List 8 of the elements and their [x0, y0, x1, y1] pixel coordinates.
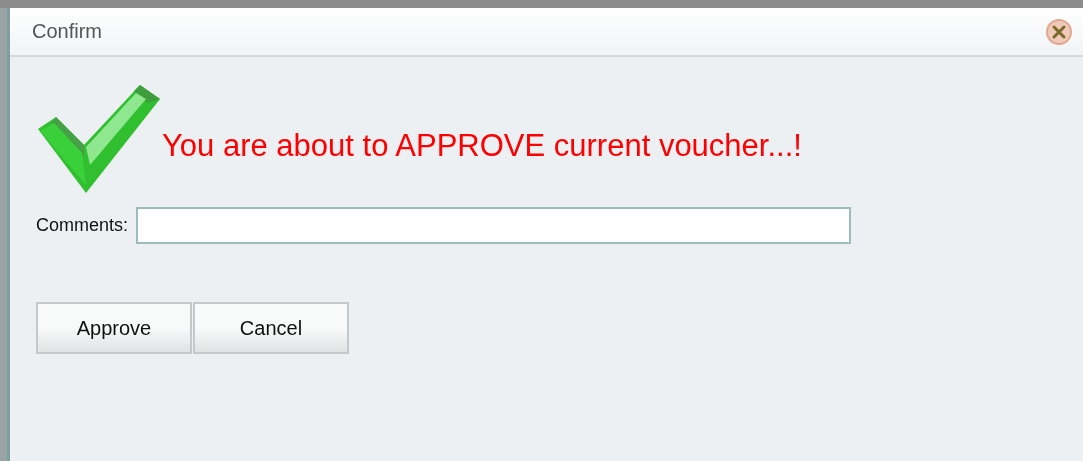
dialog-button[interactable]: Cancel: [193, 302, 349, 354]
close-icon[interactable]: [1045, 17, 1073, 46]
dialog-button[interactable]: Approve: [36, 302, 192, 354]
comments-field[interactable]: [136, 207, 852, 244]
warning-message: You are about to APPROVE current voucher...!: [162, 128, 802, 164]
checkmark-icon: [36, 85, 160, 193]
comments-label: Comments:: [36, 215, 129, 236]
window-title: Confirm: [32, 20, 102, 43]
